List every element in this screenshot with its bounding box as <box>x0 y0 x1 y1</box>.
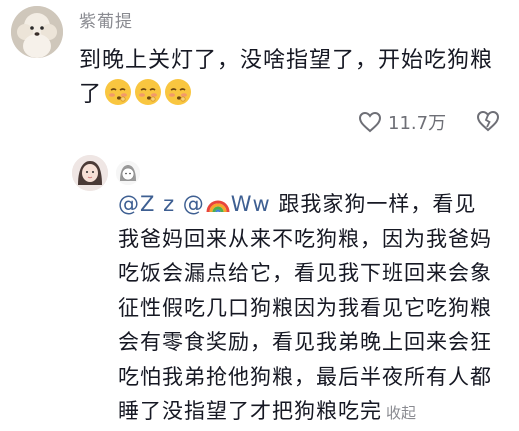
rainbow-emoji-icon <box>206 200 230 213</box>
reply-line: 会有零食奖励，看见我弟晚上回来会狂 <box>118 330 492 354</box>
collapse-button[interactable]: 收起 <box>386 404 416 422</box>
cartoon-avatar-image <box>116 161 140 185</box>
like-count: 11.7万 <box>388 113 447 134</box>
comment-text: 到晚上关灯了，没啥指望了，开始吃狗粮了 <box>79 44 509 112</box>
emoji-group <box>104 78 192 106</box>
dislike-button[interactable] <box>476 110 500 136</box>
reply-line: 征性假吃几口狗粮因为我看见它吃狗粮 <box>118 295 492 320</box>
mention-link[interactable]: z @ Ww <box>163 192 271 216</box>
pleading-face-emoji-icon <box>135 79 162 105</box>
avatar[interactable] <box>11 6 63 58</box>
mention-text-suffix: Ww <box>230 192 271 216</box>
pleading-face-emoji-icon <box>105 79 132 105</box>
heart-icon <box>358 111 382 133</box>
mention-link[interactable]: @Z <box>118 192 155 216</box>
reply-target-avatar[interactable] <box>116 161 140 185</box>
reply-line: 吃饭会漏点给它，看见我下班回来会象 <box>118 261 492 285</box>
dog-avatar-image <box>11 6 63 58</box>
broken-heart-icon <box>476 110 500 132</box>
reply-avatar[interactable] <box>72 155 108 191</box>
reply-line: 睡了没指望了才把狗粮吃完 <box>118 399 382 423</box>
reply-text: @Z z @ Ww 跟我家狗一样，看见 我爸妈回来从来不吃狗粮，因为我爸妈 吃饭… <box>118 187 513 431</box>
reply-line: 跟我家狗一样，看见 <box>278 192 477 216</box>
reply-line: 吃怕我弟抢他狗粮，最后半夜所有人都 <box>118 364 492 389</box>
reply-line: 我爸妈回来从来不吃狗粮，因为我爸妈 <box>118 226 492 251</box>
like-button[interactable]: 11.7万 <box>358 109 446 135</box>
pleading-face-emoji-icon <box>165 79 192 105</box>
comment-username[interactable]: 紫葡提 <box>79 7 133 32</box>
mention-text: z @ <box>163 192 205 216</box>
girl-avatar-image <box>72 155 108 191</box>
